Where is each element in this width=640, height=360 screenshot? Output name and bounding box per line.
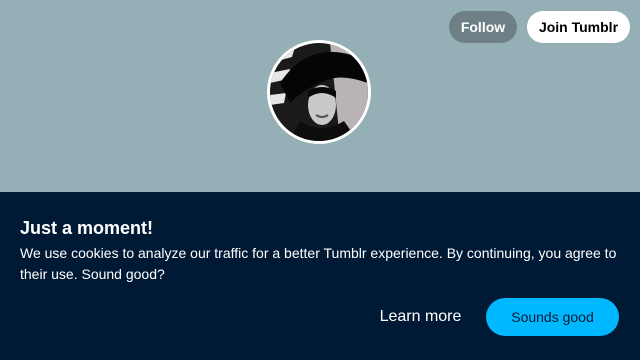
cookie-banner-message: We use cookies to analyze our traffic fo… <box>20 245 617 282</box>
follow-button[interactable]: Follow <box>449 11 517 43</box>
learn-more-button[interactable]: Learn more <box>368 298 473 336</box>
cookie-banner-title: Just a moment! <box>20 218 154 238</box>
sounds-good-button[interactable]: Sounds good <box>486 298 619 336</box>
blog-avatar[interactable] <box>267 40 371 144</box>
join-tumblr-button[interactable]: Join Tumblr <box>527 11 630 43</box>
cookie-consent-banner: Just a moment! We use cookies to analyze… <box>0 192 640 360</box>
avatar-image <box>270 43 368 141</box>
